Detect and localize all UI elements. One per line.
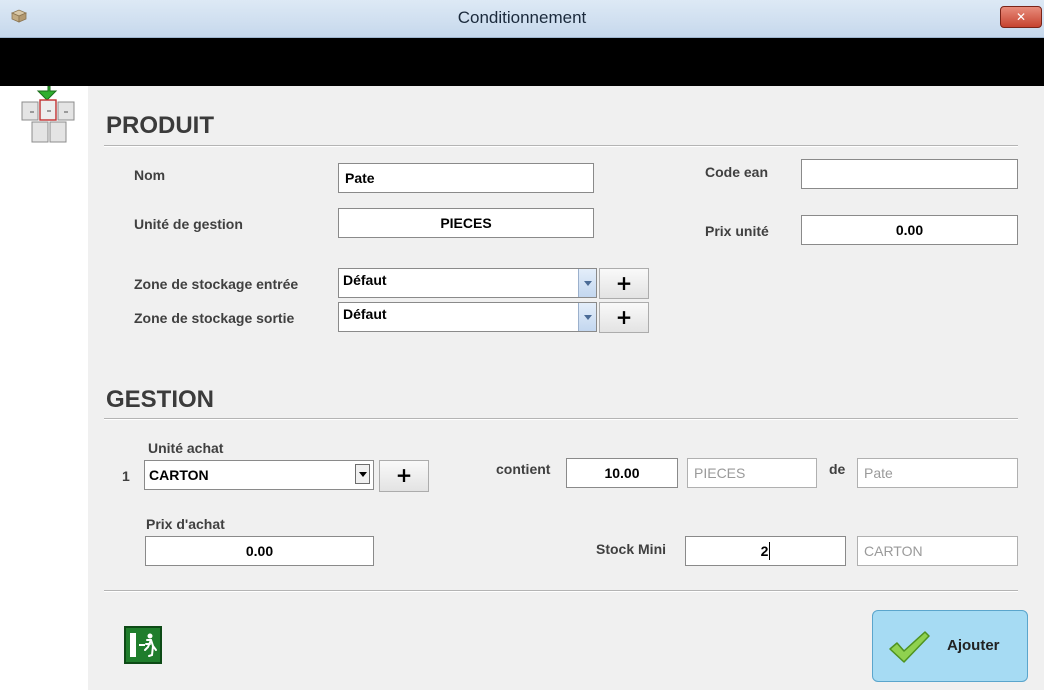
close-button[interactable]: ✕ [1000, 6, 1042, 28]
code-ean-label: Code ean [705, 164, 769, 180]
unite-achat-value: CARTON [149, 467, 209, 483]
close-icon: ✕ [1015, 10, 1027, 24]
chevron-down-icon [583, 315, 592, 320]
add-unite-achat-button[interactable]: + [379, 460, 429, 492]
prix-achat-label: Prix d'achat [146, 516, 225, 532]
section-divider [104, 145, 1018, 147]
footer-divider [104, 590, 1018, 592]
title-bar: Conditionnement ✕ [0, 0, 1044, 38]
zone-entree-select[interactable]: Défaut [338, 268, 597, 298]
de-product-field: Pate [857, 458, 1018, 488]
ajouter-button[interactable]: Ajouter [872, 610, 1028, 682]
zone-sortie-value: Défaut [343, 306, 387, 322]
unite-achat-dropdown-arrow[interactable] [355, 464, 370, 484]
prix-achat-input[interactable]: 0.00 [145, 536, 374, 566]
chevron-down-icon [358, 472, 367, 477]
section-divider [104, 418, 1018, 420]
unite-gestion-field[interactable]: PIECES [338, 208, 594, 238]
nom-input[interactable]: Pate [338, 163, 594, 193]
zone-entree-value: Défaut [343, 272, 387, 288]
unite-achat-select[interactable]: CARTON [144, 460, 374, 490]
plus-icon: + [615, 305, 633, 329]
add-zone-entree-button[interactable]: + [599, 268, 649, 299]
stock-mini-value: 2 [760, 543, 769, 559]
unite-gestion-label: Unité de gestion [134, 216, 243, 232]
zone-sortie-label: Zone de stockage sortie [134, 310, 295, 326]
section-produit-title: PRODUIT [106, 112, 214, 139]
prix-unite-label: Prix unité [705, 223, 769, 239]
chevron-down-icon [583, 281, 592, 286]
checkmark-icon [889, 631, 930, 663]
stock-mini-label: Stock Mini [596, 541, 667, 557]
plus-icon: + [395, 463, 413, 487]
code-ean-input[interactable] [801, 159, 1018, 189]
row-index: 1 [122, 468, 130, 484]
ajouter-label: Ajouter [947, 637, 1000, 654]
de-label: de [829, 461, 846, 477]
text-cursor [769, 542, 771, 560]
unite-achat-label: Unité achat [148, 440, 224, 456]
zone-sortie-dropdown-arrow[interactable] [578, 303, 596, 331]
pallet-icon[interactable] [20, 86, 76, 144]
contient-input[interactable]: 10.00 [566, 458, 678, 488]
nom-label: Nom [134, 167, 166, 183]
section-gestion-title: GESTION [106, 386, 215, 413]
window-title: Conditionnement [457, 8, 587, 27]
toolbar-band [0, 38, 1044, 86]
stock-mini-unit-field: CARTON [857, 536, 1018, 566]
zone-sortie-select[interactable]: Défaut [338, 302, 597, 332]
exit-icon [130, 633, 157, 657]
zone-entree-dropdown-arrow[interactable] [578, 269, 596, 297]
zone-entree-label: Zone de stockage entrée [134, 276, 299, 292]
plus-icon: + [615, 271, 633, 295]
contient-label: contient [496, 461, 551, 477]
add-zone-sortie-button[interactable]: + [599, 302, 649, 333]
left-strip [0, 86, 88, 690]
stock-mini-input[interactable]: 2 [685, 536, 846, 566]
contient-unit-field: PIECES [687, 458, 817, 488]
prix-unite-input[interactable]: 0.00 [801, 215, 1018, 245]
exit-button[interactable] [124, 626, 162, 664]
